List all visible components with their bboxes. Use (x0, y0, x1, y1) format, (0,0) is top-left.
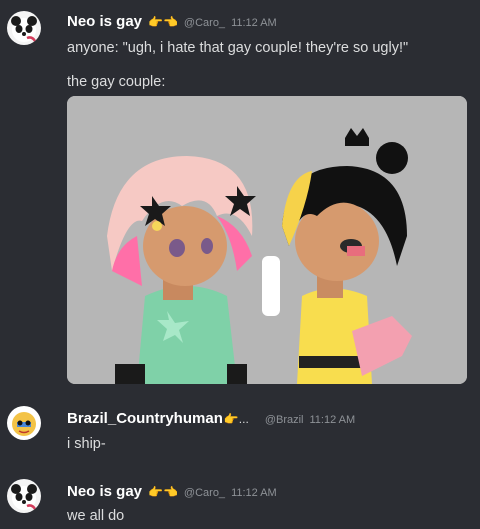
avatar[interactable] (7, 406, 41, 440)
gacha-couple-illustration (67, 96, 467, 384)
user-handle: @Brazil (264, 414, 304, 426)
avatar[interactable] (7, 11, 41, 45)
username[interactable]: Brazil_Countryhuman (67, 410, 223, 427)
attached-image[interactable] (67, 96, 467, 384)
timestamp: 11:12 AM (309, 414, 356, 426)
panda-avatar-icon (7, 479, 41, 513)
timestamp: 11:12 AM (231, 487, 277, 499)
message-text: the gay couple: (67, 74, 166, 90)
message-text: i ship- (67, 436, 106, 452)
user-handle: @Caro_ (183, 487, 226, 499)
message-text: anyone: "ugh, i hate that gay couple! th… (67, 40, 409, 56)
pointing-finger-icon: 👉... (223, 412, 249, 426)
user-handle: @Caro_ (183, 17, 226, 29)
countryball-avatar-icon (7, 406, 41, 440)
username[interactable]: Neo is gay (67, 483, 142, 500)
pointing-fingers-icon: 👉👈 (148, 15, 178, 29)
message-text: we all do (67, 508, 125, 524)
username[interactable]: Neo is gay (67, 13, 142, 30)
pointing-fingers-icon: 👉👈 (148, 485, 178, 499)
avatar[interactable] (7, 479, 41, 513)
timestamp: 11:12 AM (231, 17, 277, 29)
panda-avatar-icon (7, 11, 41, 45)
